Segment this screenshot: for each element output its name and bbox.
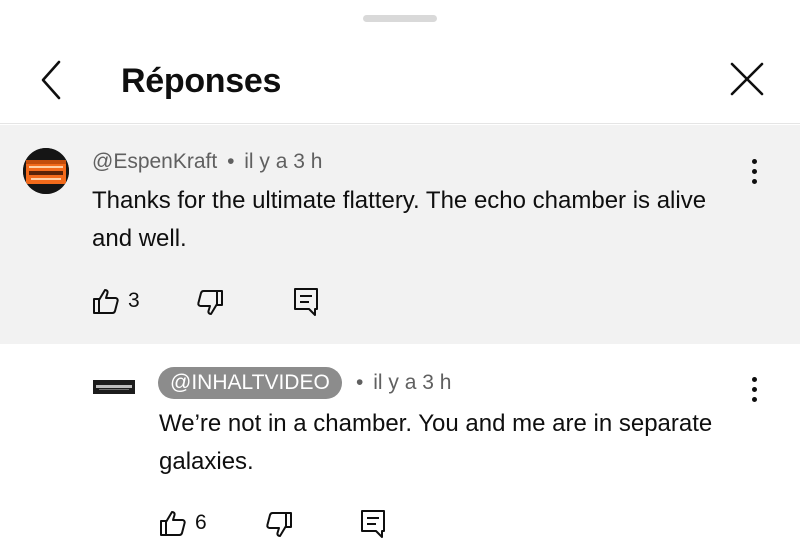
kebab-dot: [751, 386, 757, 392]
comment-icon: [361, 510, 385, 538]
drag-handle[interactable]: [363, 15, 437, 22]
thumbs-down-icon: [266, 512, 292, 537]
comment-meta: @EspenKraft • il y a 3 h: [92, 149, 322, 175]
kebab-dot: [751, 396, 757, 402]
avatar[interactable]: [23, 148, 69, 194]
sheet-header: Réponses: [0, 36, 800, 124]
kebab-dot: [751, 178, 757, 184]
comment-author[interactable]: @EspenKraft: [92, 150, 217, 173]
kebab-dot: [751, 158, 757, 164]
reply-button[interactable]: [360, 509, 386, 539]
avatar-image: [23, 148, 69, 194]
kebab-dot: [751, 168, 757, 174]
comment-author-badge[interactable]: @INHALTVIDEO: [158, 367, 342, 399]
comment-time: il y a 3 h: [373, 371, 452, 394]
like-button[interactable]: 6: [159, 509, 207, 537]
thumbs-up-icon: [93, 289, 119, 314]
parent-comment: @EspenKraft • il y a 3 h Thanks for the …: [0, 125, 800, 344]
meta-separator: •: [356, 371, 364, 394]
comment-text: We’re not in a chamber. You and me are i…: [159, 410, 713, 475]
back-button[interactable]: [30, 58, 74, 102]
comment-icon: [294, 288, 318, 316]
like-count: 6: [195, 511, 207, 534]
chevron-left-icon: [41, 60, 61, 100]
avatar-image: [93, 380, 135, 394]
close-icon: [730, 62, 764, 96]
comment-text: Thanks for the ultimate flattery. The ec…: [92, 187, 707, 252]
replies-sheet: Réponses @EspenKraft • il y a 3 h Thanks…: [0, 0, 800, 548]
close-button[interactable]: [724, 56, 770, 102]
like-count: 3: [128, 289, 140, 312]
more-options-button[interactable]: [742, 369, 766, 409]
meta-separator: •: [227, 150, 235, 173]
dislike-button[interactable]: [265, 511, 293, 539]
reply-button[interactable]: [293, 287, 319, 317]
page-title: Réponses: [121, 62, 282, 100]
reply-comment: @INHALTVIDEO • il y a 3 h We’re not in a…: [0, 344, 800, 548]
dislike-button[interactable]: [196, 289, 224, 317]
thumbs-down-icon: [197, 290, 223, 315]
kebab-dot: [751, 376, 757, 382]
comment-time: il y a 3 h: [244, 150, 323, 173]
avatar[interactable]: [93, 380, 135, 394]
like-button[interactable]: 3: [92, 287, 140, 315]
thumbs-up-icon: [160, 511, 186, 536]
comment-meta: • il y a 3 h: [356, 370, 451, 396]
